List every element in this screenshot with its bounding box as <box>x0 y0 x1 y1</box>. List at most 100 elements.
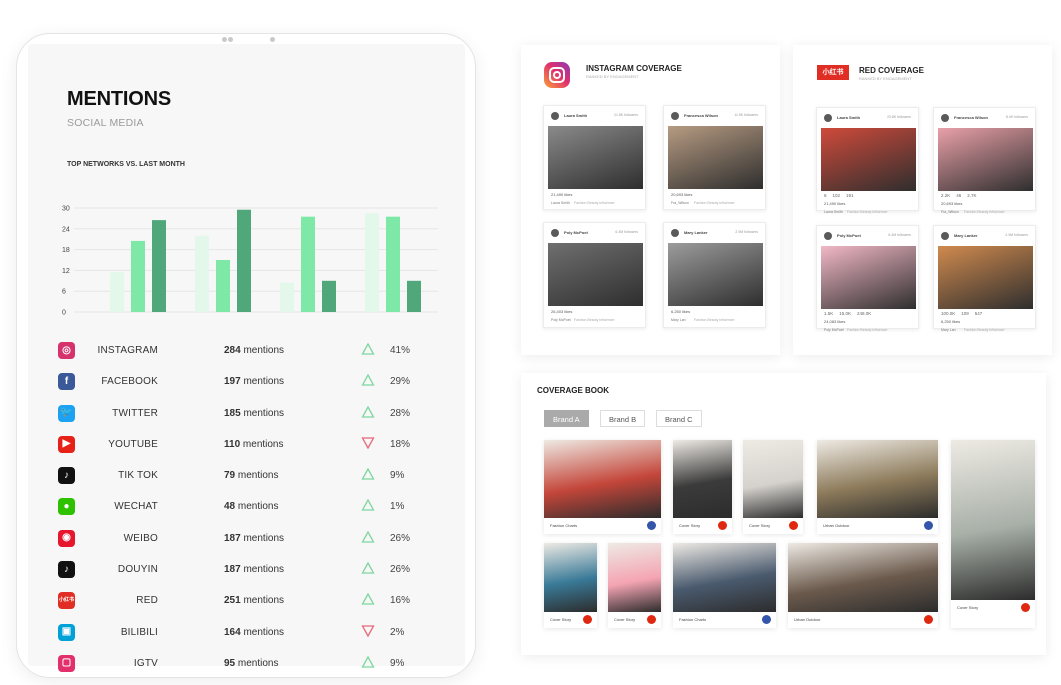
coverage-book-item[interactable]: Urban Outdoor <box>788 543 938 628</box>
post-footer-tag: Fashion Beauty Influencer <box>847 210 888 214</box>
post-photo <box>938 128 1033 191</box>
coverage-post-card[interactable]: Mary Lanker 2.9M followers 100.0K 109 547 6,2… <box>933 225 1036 332</box>
post-footer-name: Mary Lan <box>671 318 686 322</box>
instagram-coverage-title: INSTAGRAM COVERAGE <box>586 64 682 73</box>
mention-count-value: 251 <box>224 595 241 607</box>
trend-down-icon <box>361 437 375 450</box>
tab-brand-b[interactable]: Brand B <box>600 410 646 427</box>
chart-bar <box>301 216 315 312</box>
network-row: 小红书 RED 251 mentions 16% <box>56 586 426 617</box>
post-followers: 8.4K followers <box>1006 115 1028 119</box>
post-photo <box>668 243 763 306</box>
chart-bar <box>195 235 209 312</box>
network-row: f FACEBOOK 197 mentions 29% <box>56 367 426 398</box>
metric-value: 191 <box>846 193 854 198</box>
change-percent: 9% <box>390 657 405 669</box>
change-percent: 26% <box>390 532 411 544</box>
metric-value: 102 <box>832 193 841 198</box>
change-percent: 16% <box>390 595 411 607</box>
network-name: DOUYIN <box>117 564 158 576</box>
mention-count: 187 mentions <box>224 533 284 544</box>
post-footer-name: Mary Lan <box>941 328 956 332</box>
tiktok-icon: ♪ <box>58 467 75 485</box>
coverage-post-card[interactable]: Francesca Wilson 8.4K followers 2.2K 46 2.7K… <box>933 107 1036 214</box>
coverage-book-item[interactable]: Cover Story <box>743 440 803 534</box>
mention-count-value: 185 <box>224 407 241 419</box>
coverage-post-card[interactable]: Mary Lanker 2.9M followers 6,250 likes Mary… <box>663 222 766 328</box>
trend-up-icon <box>361 593 375 606</box>
chart-bar <box>216 260 230 312</box>
book-photo <box>544 440 661 518</box>
tab-brand-c[interactable]: Brand C <box>656 410 702 427</box>
network-name: TIK TOK <box>118 470 158 482</box>
mentions-subtitle: SOCIAL MEDIA <box>67 117 144 129</box>
red-logo-icon: 小红书 <box>817 65 849 80</box>
book-caption: Cover Story <box>679 523 701 528</box>
book-photo <box>673 440 732 518</box>
network-row: ● WECHAT 48 mentions 1% <box>56 492 426 523</box>
mention-count: 187 mentions <box>224 564 284 575</box>
network-row: 🐦 TWITTER 185 mentions 28% <box>56 399 426 430</box>
coverage-post-card[interactable]: Poly McPoet 6.4M followers 1.5K 15.0K 248.0K… <box>816 225 919 332</box>
book-caption: Cover Story <box>550 617 572 622</box>
chart-bar <box>237 209 251 312</box>
coverage-post-card[interactable]: Poly McPoet 6.4M followers 26,403 likes Pol… <box>543 222 646 328</box>
post-followers: 6.4M followers <box>615 230 638 234</box>
network-list: ◎ INSTAGRAM 284 mentions 41% f FACEBOOK 197 me… <box>56 336 426 680</box>
chart-bar <box>407 280 421 312</box>
book-photo <box>788 543 938 612</box>
mention-unit: mentions <box>243 345 285 356</box>
metric-value: 109 <box>961 311 969 316</box>
network-row: ▢ IGTV 95 mentions 9% <box>56 649 426 680</box>
coverage-book-item[interactable]: Cover Story <box>608 543 661 628</box>
red-coverage-subtitle: RANKED BY ENGAGEMENT <box>859 76 912 81</box>
y-tick-label: 30 <box>62 206 70 213</box>
post-footer-name: Poly McPoet <box>824 328 844 332</box>
coverage-book-item[interactable]: Cover Story <box>673 440 732 534</box>
post-footer-tag: Fashion Beauty Influencer <box>964 210 1005 214</box>
book-photo <box>817 440 938 518</box>
coverage-book-item[interactable]: Cover Story <box>951 440 1035 628</box>
post-likes: 20,693 likes <box>941 201 963 206</box>
post-username: Poly McPoet <box>837 233 861 238</box>
post-username: Laura Smith <box>564 113 588 118</box>
post-likes: 21,490 likes <box>551 192 573 197</box>
post-likes: 6,250 likes <box>671 309 691 314</box>
avatar <box>824 232 832 240</box>
y-tick-label: 6 <box>62 289 66 296</box>
coverage-post-card[interactable]: Laura Smith 23.8K followers 6 102 191 21,490 … <box>816 107 919 214</box>
coverage-book-item[interactable]: Cover Story <box>544 543 597 628</box>
post-footer-tag: Fashion Beauty Influencer <box>574 318 615 322</box>
red-coverage-title: RED COVERAGE <box>859 66 924 75</box>
avatar <box>671 229 679 237</box>
network-row: ♪ DOUYIN 187 mentions 26% <box>56 555 426 586</box>
post-username: Francesca Wilson <box>684 113 718 118</box>
coverage-post-card[interactable]: Laura Smith 21.8K followers 21,490 likes La… <box>543 105 646 210</box>
trend-up-icon <box>361 499 375 512</box>
flag-icon <box>789 521 798 530</box>
mention-count-value: 164 <box>224 626 241 638</box>
mention-count: 79 mentions <box>224 470 278 481</box>
mention-unit: mentions <box>243 407 285 419</box>
coverage-book-item[interactable]: Fashion Charts <box>673 543 776 628</box>
metric-value: 46 <box>956 193 962 198</box>
coverage-post-card[interactable]: Francesca Wilson 11.5K followers 20,693 li… <box>663 105 766 210</box>
coverage-book-item[interactable]: Urban Outdoor <box>817 440 938 534</box>
mention-count-value: 95 <box>224 657 236 669</box>
trend-up-icon <box>361 467 375 480</box>
post-footer-tag: Fashion Beauty Influencer <box>694 318 735 322</box>
tab-brand-a[interactable]: Brand A <box>544 410 589 427</box>
post-footer-name: Fra_Wilson <box>941 210 959 214</box>
post-followers: 21.8K followers <box>614 113 638 117</box>
post-footer-name: Poly McPoet <box>551 318 571 322</box>
coverage-book-item[interactable]: Fashion Charts <box>544 440 661 534</box>
avatar <box>941 114 949 122</box>
red-icon: 小红书 <box>58 592 75 610</box>
post-photo <box>821 128 916 191</box>
wechat-icon: ● <box>58 498 75 516</box>
mention-unit: mentions <box>243 564 285 576</box>
post-followers: 2.9M followers <box>1005 233 1028 237</box>
post-footer-tag: Fashion Beauty Influencer <box>694 201 735 205</box>
mention-count: 164 mentions <box>224 627 284 638</box>
book-caption: Urban Outdoor <box>794 617 821 622</box>
